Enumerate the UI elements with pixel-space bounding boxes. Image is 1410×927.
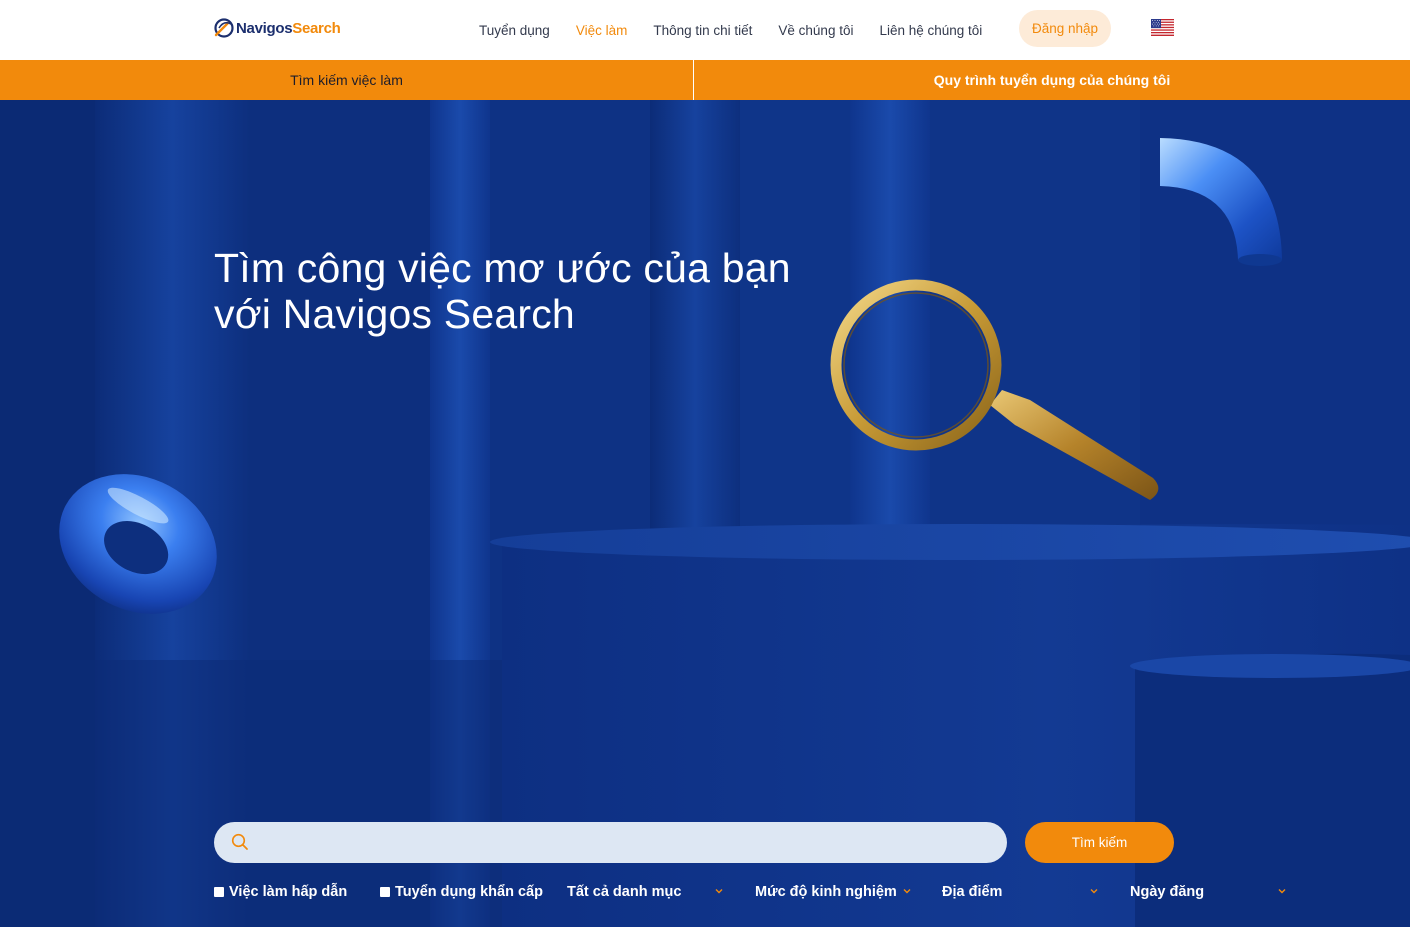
job-search-input[interactable] (260, 822, 990, 863)
hero-title: Tìm công việc mơ ước của bạn với Navigos… (214, 245, 934, 337)
us-flag-icon[interactable] (1151, 19, 1174, 36)
chevron-down-icon (1090, 889, 1098, 894)
urgent-hiring-checkbox[interactable]: Tuyển dụng khẩn cấp (380, 884, 543, 900)
chevron-down-icon (1278, 889, 1286, 894)
chevron-down-icon (715, 889, 723, 894)
search-icon (231, 833, 248, 850)
hero-background-illustration (0, 100, 1410, 927)
logo-mark-icon (214, 18, 234, 38)
sub-nav: Tìm kiếm việc làm Quy trình tuyển dụng c… (0, 60, 1410, 100)
checkbox-box[interactable] (380, 887, 390, 897)
login-button[interactable]: Đăng nhập (1019, 10, 1111, 47)
experience-dropdown-label: Mức độ kinh nghiệm (755, 884, 897, 900)
chevron-down-icon (903, 889, 911, 894)
subnav-job-search[interactable]: Tìm kiếm việc làm (0, 60, 694, 100)
subnav-recruitment-process[interactable]: Quy trình tuyển dụng của chúng tôi (694, 60, 1410, 100)
date-posted-dropdown[interactable]: Ngày đăng (1130, 884, 1290, 900)
category-dropdown[interactable]: Tất cả danh mục (567, 884, 727, 900)
search-filters: Việc làm hấp dẫn Tuyển dụng khẩn cấp Tất… (0, 884, 1410, 904)
logo-text-search: Search (292, 19, 341, 37)
category-dropdown-label: Tất cả danh mục (567, 884, 682, 900)
search-button[interactable]: Tìm kiếm (1025, 822, 1174, 863)
urgent-hiring-label: Tuyển dụng khẩn cấp (395, 884, 543, 900)
experience-dropdown[interactable]: Mức độ kinh nghiệm (755, 884, 915, 900)
main-nav: Tuyển dụng Việc làm Thông tin chi tiết V… (466, 0, 995, 60)
logo-text-navigos: Navigos (236, 19, 293, 37)
nav-item-insights[interactable]: Thông tin chi tiết (653, 23, 752, 38)
nav-item-contact[interactable]: Liên hệ chúng tôi (879, 23, 982, 38)
hot-jobs-label: Việc làm hấp dẫn (229, 884, 348, 900)
checkbox-box[interactable] (214, 887, 224, 897)
job-search-bar (214, 822, 1007, 863)
date-posted-dropdown-label: Ngày đăng (1130, 884, 1205, 900)
hero-title-line2: với Navigos Search (214, 291, 575, 337)
location-dropdown-label: Địa điểm (942, 884, 1003, 900)
nav-item-jobs[interactable]: Việc làm (576, 23, 628, 38)
nav-item-about[interactable]: Về chúng tôi (778, 23, 853, 38)
top-header: NavigosSearch Tuyển dụng Việc làm Thông … (0, 0, 1410, 60)
hero-section: Tìm công việc mơ ước của bạn với Navigos… (0, 100, 1410, 927)
location-dropdown[interactable]: Địa điểm (942, 884, 1102, 900)
hot-jobs-checkbox[interactable]: Việc làm hấp dẫn (214, 884, 347, 900)
hero-title-line1: Tìm công việc mơ ước của bạn (214, 245, 791, 291)
navigos-search-logo[interactable]: NavigosSearch (213, 14, 341, 42)
nav-item-recruitment[interactable]: Tuyển dụng (479, 23, 550, 38)
